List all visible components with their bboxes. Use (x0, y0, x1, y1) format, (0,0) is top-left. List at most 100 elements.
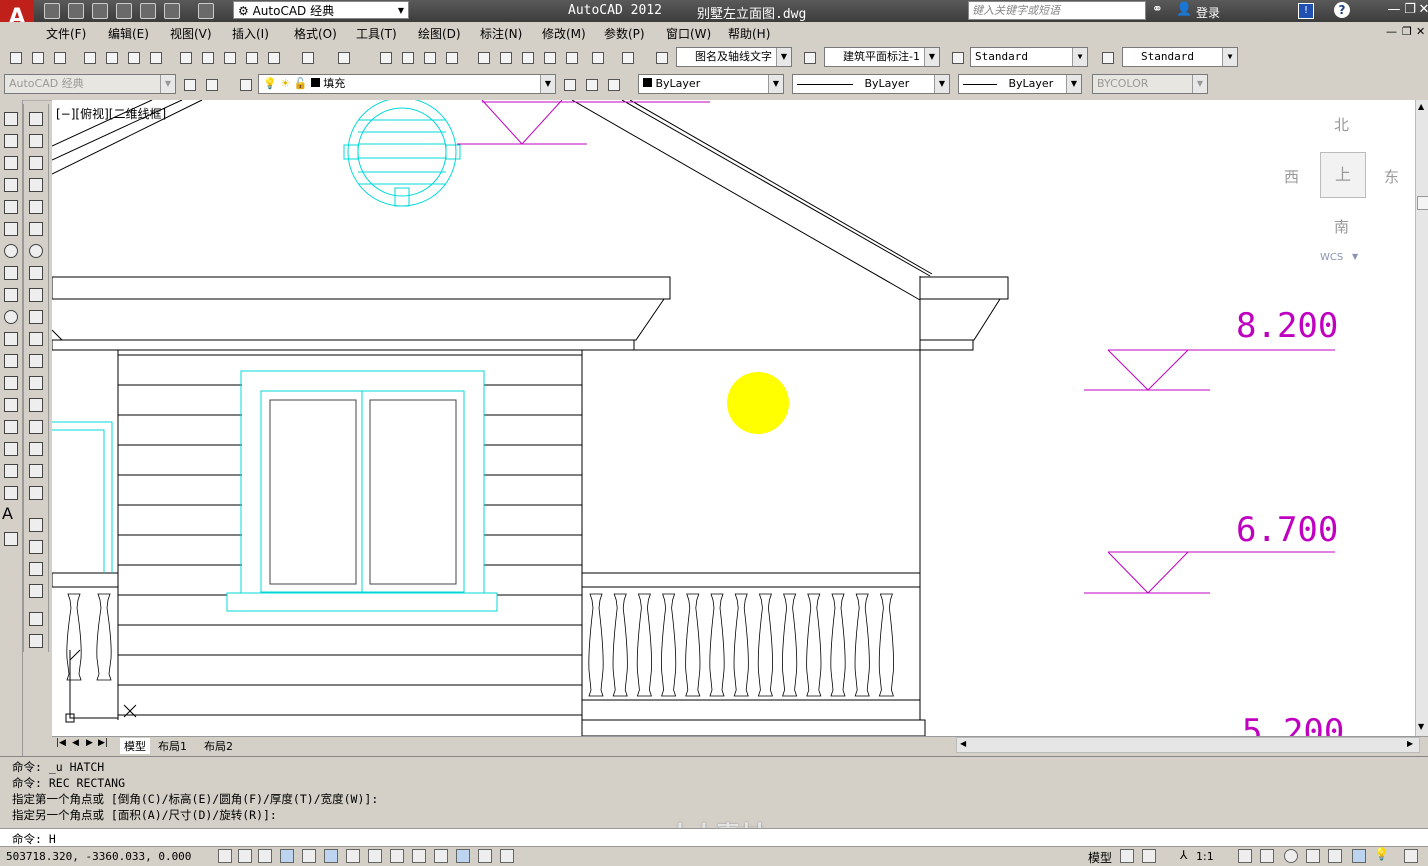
join-icon[interactable] (29, 398, 43, 412)
workspace-settings-icon[interactable] (180, 75, 200, 95)
3dosnap-toggle[interactable] (346, 849, 360, 863)
workspace-switch-icon[interactable] (1284, 849, 1298, 863)
offset-icon[interactable] (29, 178, 43, 192)
paste-block-icon[interactable] (242, 48, 262, 68)
break-icon[interactable] (29, 376, 43, 390)
tab-layout2[interactable]: 布局2 (204, 738, 233, 754)
tpy-toggle[interactable] (456, 849, 470, 863)
viewcube-west[interactable]: 西 (1284, 166, 1299, 187)
draworder-back-icon[interactable] (29, 540, 43, 554)
menu-tools[interactable]: 工具(T) (356, 25, 397, 42)
design-center-icon[interactable] (496, 48, 516, 68)
blend-icon[interactable] (29, 464, 43, 478)
stretch-icon[interactable] (29, 288, 43, 302)
extend-icon[interactable] (29, 332, 43, 346)
zoom-previous-icon[interactable] (442, 48, 462, 68)
doc-restore-button[interactable]: ❐ (1402, 25, 1412, 38)
make-block-icon[interactable] (4, 376, 18, 390)
viewcube-north[interactable]: 北 (1334, 114, 1349, 135)
hatch-icon[interactable] (4, 420, 18, 434)
binoculars-icon[interactable]: ⚭ (1152, 2, 1163, 17)
layer-properties-icon[interactable] (236, 75, 256, 95)
open-icon[interactable] (68, 3, 84, 19)
spline-icon[interactable] (4, 288, 18, 302)
close-button[interactable]: ✕ (1414, 2, 1428, 18)
auto-scale-icon[interactable] (1260, 849, 1274, 863)
annotation-scale-icon[interactable]: ⅄ (1180, 848, 1187, 862)
horizontal-scrollbar[interactable]: ◀ ▶ (956, 737, 1420, 753)
break-at-point-icon[interactable] (29, 354, 43, 368)
ducs-toggle[interactable] (390, 849, 404, 863)
properties-icon[interactable] (474, 48, 494, 68)
lightbulb-icon[interactable]: 💡 (1374, 847, 1389, 861)
copy-object-icon[interactable] (29, 134, 43, 148)
text-front-icon[interactable] (29, 612, 43, 626)
menu-window[interactable]: 窗口(W) (666, 25, 711, 42)
sheet-set-icon[interactable] (540, 48, 560, 68)
redo-icon[interactable] (198, 3, 214, 19)
dim-style-icon[interactable] (800, 48, 820, 68)
lock-icon[interactable] (1306, 849, 1320, 863)
help-icon[interactable]: ? (1334, 2, 1350, 18)
menu-modify[interactable]: 修改(M) (542, 25, 586, 42)
polyline-icon[interactable] (4, 156, 18, 170)
help-icon[interactable] (618, 48, 638, 68)
table-icon[interactable] (4, 486, 18, 500)
layer-select[interactable]: 💡 ☀ 🔓 填充 ▼ (258, 74, 556, 94)
save-icon[interactable] (50, 48, 70, 68)
pan-icon[interactable] (376, 48, 396, 68)
search-input[interactable]: 键入关键字或短语 (968, 1, 1146, 20)
infer-constraints-toggle[interactable] (218, 849, 232, 863)
layer-previous-icon[interactable] (582, 75, 602, 95)
viewcube-south[interactable]: 南 (1334, 216, 1349, 237)
tab-model[interactable]: 模型 (120, 738, 150, 754)
menu-edit[interactable]: 编辑(E) (108, 25, 149, 42)
scroll-down-icon[interactable]: ▼ (1418, 722, 1424, 731)
insert-block-icon[interactable] (4, 354, 18, 368)
redo-icon[interactable] (334, 48, 354, 68)
scroll-up-icon[interactable]: ▲ (1418, 102, 1424, 111)
viewport-label[interactable]: [−][俯视][二维线框] (56, 105, 166, 122)
doc-close-button[interactable]: ✕ (1416, 25, 1425, 38)
color-select[interactable]: ByLayer ▼ (638, 74, 784, 94)
isolate-objects-icon[interactable] (1352, 849, 1366, 863)
dyn-toggle[interactable] (412, 849, 426, 863)
publish-icon[interactable] (124, 48, 144, 68)
region-icon[interactable] (4, 464, 18, 478)
new-icon[interactable] (6, 48, 26, 68)
revcloud-icon[interactable] (4, 266, 18, 280)
plot-icon[interactable] (80, 48, 100, 68)
viewcube-top-face[interactable]: 上 (1320, 152, 1366, 198)
calculator-icon[interactable] (588, 48, 608, 68)
lineweight-select[interactable]: ByLayer ▼ (958, 74, 1082, 94)
undo-icon[interactable] (298, 48, 318, 68)
table-style-select[interactable]: Standard ▼ (970, 47, 1088, 67)
print-icon[interactable] (140, 3, 156, 19)
tool-palettes-icon[interactable] (518, 48, 538, 68)
menu-file[interactable]: 文件(F) (46, 25, 86, 42)
exchange-icon[interactable]: ! (1298, 3, 1314, 19)
ellipse-arc-icon[interactable] (4, 332, 18, 346)
open-icon[interactable] (28, 48, 48, 68)
construction-line-icon[interactable] (4, 134, 18, 148)
polygon-icon[interactable] (4, 178, 18, 192)
menu-parametric[interactable]: 参数(P) (604, 25, 645, 42)
menu-insert[interactable]: 插入(I) (232, 25, 269, 42)
paste-icon[interactable] (220, 48, 240, 68)
cut-icon[interactable] (176, 48, 196, 68)
menu-view[interactable]: 视图(V) (170, 25, 212, 42)
undo-icon[interactable] (164, 3, 180, 19)
ortho-toggle[interactable] (280, 849, 294, 863)
dim-style-select[interactable]: 建筑平面标注-1 ▼ (824, 47, 940, 67)
mleader-style-icon[interactable] (1098, 48, 1118, 68)
tab-nav-next-icon[interactable]: ▶ (86, 738, 93, 748)
otrack-toggle[interactable] (368, 849, 382, 863)
customize-icon[interactable] (202, 75, 222, 95)
plot-preview-icon[interactable] (102, 48, 122, 68)
array-icon[interactable] (29, 200, 43, 214)
tab-layout1[interactable]: 布局1 (158, 738, 187, 754)
gradient-icon[interactable] (4, 442, 18, 456)
draworder-front-icon[interactable] (29, 518, 43, 532)
trim-icon[interactable] (29, 310, 43, 324)
vertical-scrollbar[interactable]: ▲ ▼ (1415, 100, 1428, 736)
